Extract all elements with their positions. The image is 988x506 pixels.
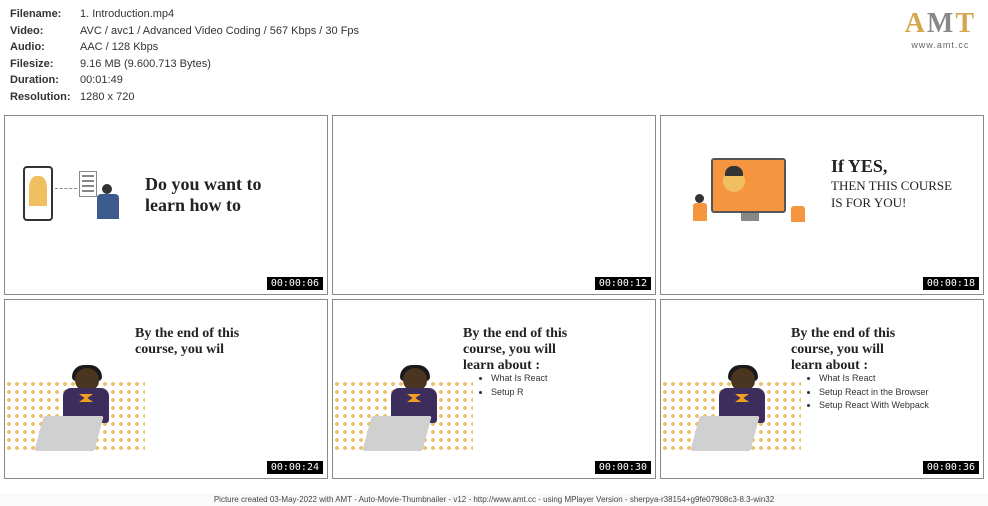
filename-label: Filename: <box>10 6 80 23</box>
monitor-icon <box>711 158 786 213</box>
bullet-list: What Is React Setup R <box>481 372 548 399</box>
video-value: AVC / avc1 / Advanced Video Coding / 567… <box>80 23 359 40</box>
filename-value: 1. Introduction.mp4 <box>80 6 174 23</box>
thumbnail-1: Do you want to learn how to 00:00:06 <box>4 115 328 295</box>
timestamp: 00:00:36 <box>923 461 979 474</box>
slide-title-yes: If YES, <box>831 156 887 177</box>
duration-value: 00:01:49 <box>80 72 123 89</box>
bullet-item: What Is React <box>491 372 548 386</box>
person-icon <box>29 176 47 206</box>
thumbnail-5: By the end of this course, you will lear… <box>332 299 656 479</box>
timestamp: 00:00:30 <box>595 461 651 474</box>
filesize-label: Filesize: <box>10 56 80 73</box>
thumbnail-grid: Do you want to learn how to 00:00:06 00:… <box>0 111 988 483</box>
audio-label: Audio: <box>10 39 80 56</box>
trophy-icon <box>791 206 805 222</box>
bullet-item: Setup React in the Browser <box>819 386 929 400</box>
face-icon <box>723 170 745 192</box>
person-laptop-icon <box>701 368 786 458</box>
logo-text: AMT <box>905 8 976 40</box>
person-small-icon <box>693 194 707 224</box>
metadata-header: Filename:1. Introduction.mp4 Video:AVC /… <box>0 0 988 111</box>
slide-title: Do you want to learn how to <box>145 174 262 216</box>
timestamp: 00:00:18 <box>923 277 979 290</box>
thumbnail-2: 00:00:12 <box>332 115 656 295</box>
thumbnail-4: By the end of this course, you wil 00:00… <box>4 299 328 479</box>
thumbnail-3: If YES, THEN THIS COURSE IS FOR YOU! 00:… <box>660 115 984 295</box>
filesize-value: 9.16 MB (9.600.713 Bytes) <box>80 56 211 73</box>
bullet-list: What Is React Setup React in the Browser… <box>809 372 929 413</box>
slide-title: By the end of this course, you will lear… <box>463 326 567 374</box>
resolution-value: 1280 x 720 <box>80 89 134 106</box>
person-laptop-icon <box>45 368 130 458</box>
video-label: Video: <box>10 23 80 40</box>
slide-subtitle: THEN THIS COURSE IS FOR YOU! <box>831 178 952 212</box>
checklist-icon <box>79 171 97 197</box>
duration-label: Duration: <box>10 72 80 89</box>
amt-logo: AMT www.amt.cc <box>905 8 976 50</box>
bullet-item: Setup R <box>491 386 548 400</box>
timestamp: 00:00:06 <box>267 277 323 290</box>
slide-title: By the end of this course, you wil <box>135 326 239 358</box>
person-standing-icon <box>97 184 119 234</box>
timestamp: 00:00:12 <box>595 277 651 290</box>
bullet-item: Setup React With Webpack <box>819 399 929 413</box>
thumbnail-6: By the end of this course, you will lear… <box>660 299 984 479</box>
bullet-item: What Is React <box>819 372 929 386</box>
person-laptop-icon <box>373 368 458 458</box>
arrow-icon <box>55 188 77 189</box>
audio-value: AAC / 128 Kbps <box>80 39 158 56</box>
timestamp: 00:00:24 <box>267 461 323 474</box>
slide-title: By the end of this course, you will lear… <box>791 326 895 374</box>
logo-url: www.amt.cc <box>905 40 976 50</box>
footer-text: Picture created 03-May-2022 with AMT - A… <box>0 493 988 506</box>
resolution-label: Resolution: <box>10 89 80 106</box>
